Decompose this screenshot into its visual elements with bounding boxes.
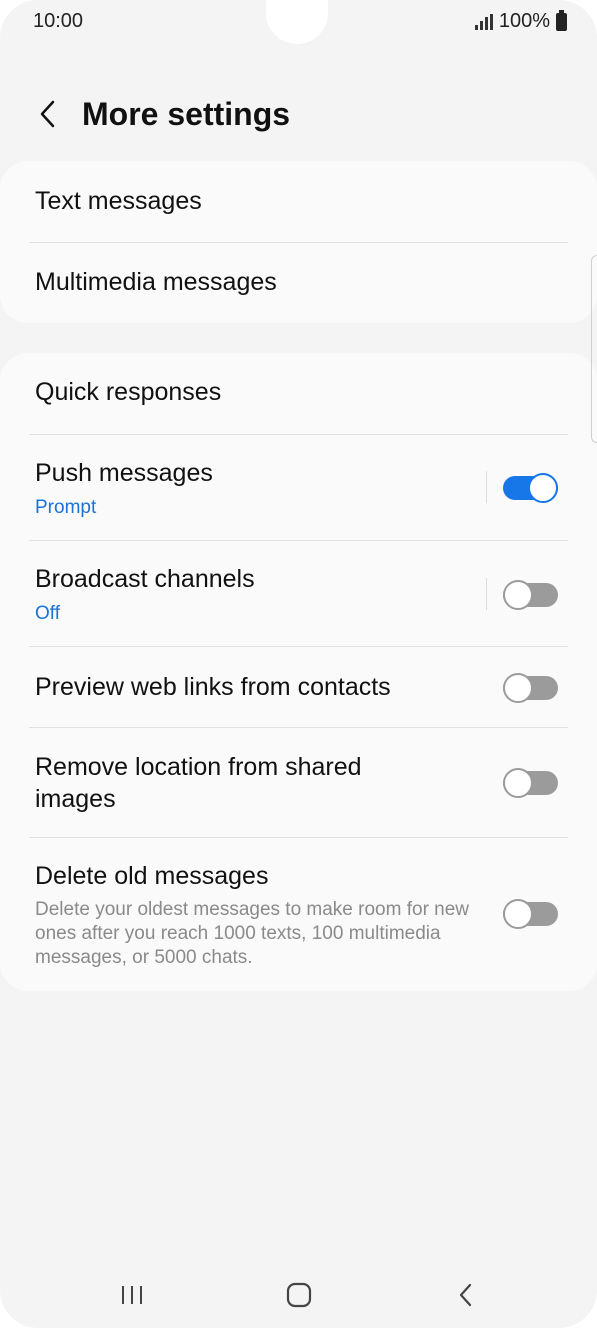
remove-location-toggle[interactable] bbox=[503, 768, 558, 798]
delete-old-messages-description: Delete your oldest messages to make room… bbox=[35, 899, 470, 968]
preview-web-links-item[interactable]: Preview web links from contacts bbox=[0, 647, 597, 727]
remove-location-label: Remove location from shared images bbox=[35, 753, 362, 813]
vertical-separator bbox=[486, 471, 487, 503]
battery-percent: 100% bbox=[498, 10, 550, 32]
vertical-separator bbox=[486, 578, 487, 610]
remove-location-item[interactable]: Remove location from shared images bbox=[0, 728, 597, 837]
delete-old-messages-toggle[interactable] bbox=[503, 899, 558, 929]
multimedia-messages-item[interactable]: Multimedia messages bbox=[0, 243, 597, 323]
camera-notch bbox=[266, 0, 328, 44]
status-time: 10:00 bbox=[33, 10, 84, 32]
home-icon bbox=[286, 1282, 312, 1308]
push-messages-label: Push messages bbox=[35, 459, 213, 487]
push-messages-toggle[interactable] bbox=[503, 473, 558, 503]
page-title: More settings bbox=[82, 96, 291, 132]
push-messages-item[interactable]: Push messages Prompt bbox=[0, 435, 597, 540]
scrollbar[interactable] bbox=[591, 255, 597, 443]
toggle-knob bbox=[528, 473, 558, 503]
quick-responses-item[interactable]: Quick responses bbox=[0, 353, 597, 434]
push-messages-status: Prompt bbox=[35, 497, 97, 518]
preview-web-links-toggle[interactable] bbox=[503, 673, 558, 703]
delete-old-messages-item[interactable]: Delete old messages Delete your oldest m… bbox=[0, 838, 597, 988]
battery-icon bbox=[556, 9, 567, 31]
back-icon bbox=[459, 1283, 472, 1307]
other-settings-card: Quick responses Push messages Prompt Bro… bbox=[0, 353, 597, 991]
chevron-left-icon bbox=[40, 100, 55, 128]
text-messages-label: Text messages bbox=[35, 187, 202, 215]
broadcast-channels-label: Broadcast channels bbox=[35, 565, 255, 593]
toggle-knob bbox=[503, 580, 533, 610]
preview-web-links-label: Preview web links from contacts bbox=[35, 673, 391, 701]
broadcast-channels-status: Off bbox=[35, 603, 60, 624]
quick-responses-label: Quick responses bbox=[35, 378, 222, 406]
phone-screen: 10:00 100% More settings Text messages M… bbox=[0, 0, 597, 1328]
status-indicators: 100% bbox=[474, 9, 567, 33]
messages-settings-card: Text messages Multimedia messages bbox=[0, 161, 597, 323]
nav-back-button[interactable] bbox=[446, 1280, 486, 1310]
toggle-knob bbox=[503, 673, 533, 703]
home-button[interactable] bbox=[279, 1280, 319, 1310]
delete-old-messages-label: Delete old messages bbox=[35, 862, 269, 890]
broadcast-channels-toggle[interactable] bbox=[503, 580, 558, 610]
broadcast-channels-item[interactable]: Broadcast channels Off bbox=[0, 541, 597, 646]
signal-icon bbox=[474, 13, 493, 30]
back-button[interactable] bbox=[30, 96, 66, 132]
toggle-knob bbox=[503, 899, 533, 929]
recents-button[interactable] bbox=[112, 1280, 152, 1310]
recents-icon bbox=[122, 1286, 142, 1304]
multimedia-messages-label: Multimedia messages bbox=[35, 268, 277, 296]
toggle-knob bbox=[503, 768, 533, 798]
text-messages-item[interactable]: Text messages bbox=[0, 161, 597, 242]
